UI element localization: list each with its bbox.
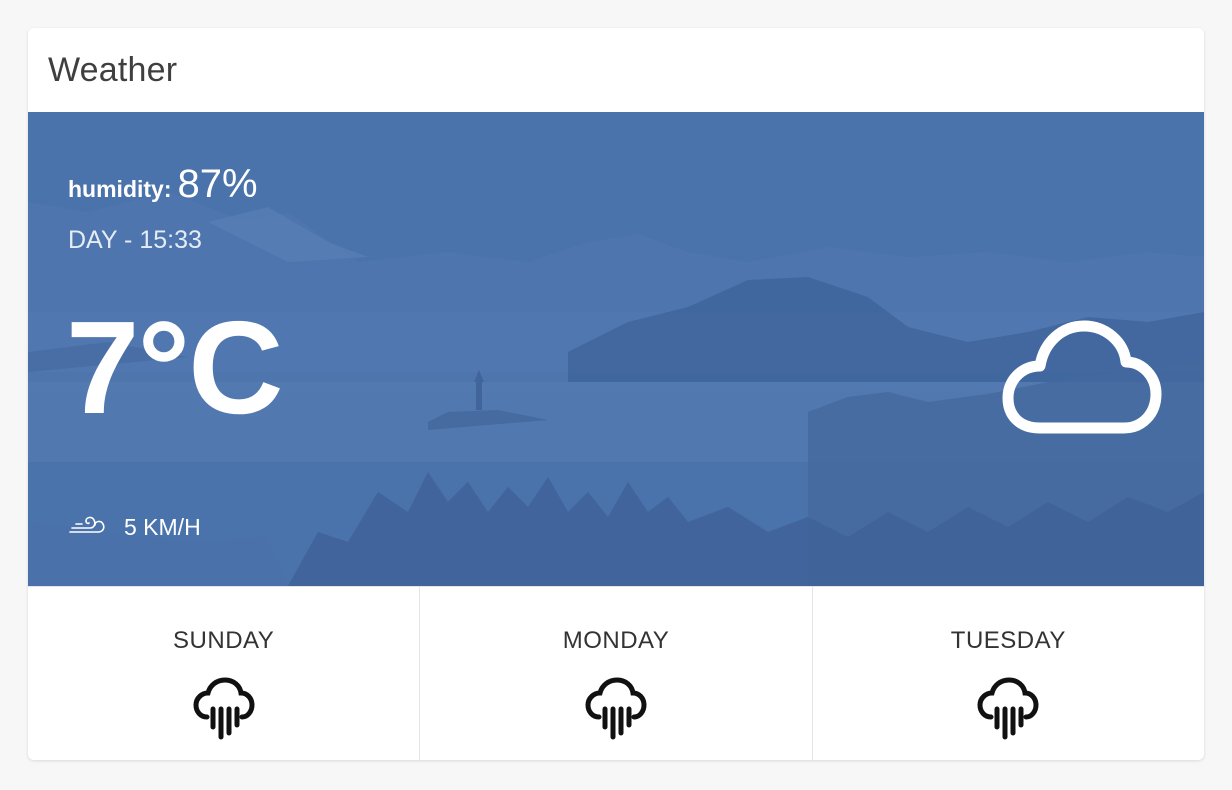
wind-readout: 5 KM/H — [68, 512, 201, 542]
cloud-icon — [1000, 316, 1164, 441]
card-title: Weather — [48, 50, 178, 89]
time-of-day: DAY - 15:33 — [68, 226, 202, 254]
forecast-day-tuesday: TUESDAY — [813, 587, 1204, 760]
rain-icon — [977, 677, 1039, 746]
card-header: Weather — [28, 28, 1204, 112]
forecast-day-sunday: SUNDAY — [28, 587, 421, 760]
forecast-day-name: SUNDAY — [173, 627, 275, 654]
humidity-value: 87% — [177, 162, 258, 206]
forecast-day-name: TUESDAY — [950, 627, 1066, 654]
rain-icon — [585, 677, 647, 746]
forecast-row: SUNDAY MONDAY TUESDAY — [28, 586, 1204, 760]
temperature: 7°C — [66, 294, 284, 441]
forecast-day-name: MONDAY — [562, 627, 670, 654]
wind-icon — [68, 512, 106, 542]
humidity-readout: humidity: 87% — [68, 162, 258, 207]
forecast-day-monday: MONDAY — [420, 587, 813, 760]
rain-icon — [193, 677, 255, 746]
weather-card: Weather humidity: 87% DAY - 15:33 7°C 5 … — [28, 28, 1204, 760]
humidity-label: humidity: — [68, 176, 172, 202]
current-weather-panel: humidity: 87% DAY - 15:33 7°C 5 KM/H — [28, 112, 1204, 586]
wind-speed: 5 KM/H — [124, 513, 201, 540]
